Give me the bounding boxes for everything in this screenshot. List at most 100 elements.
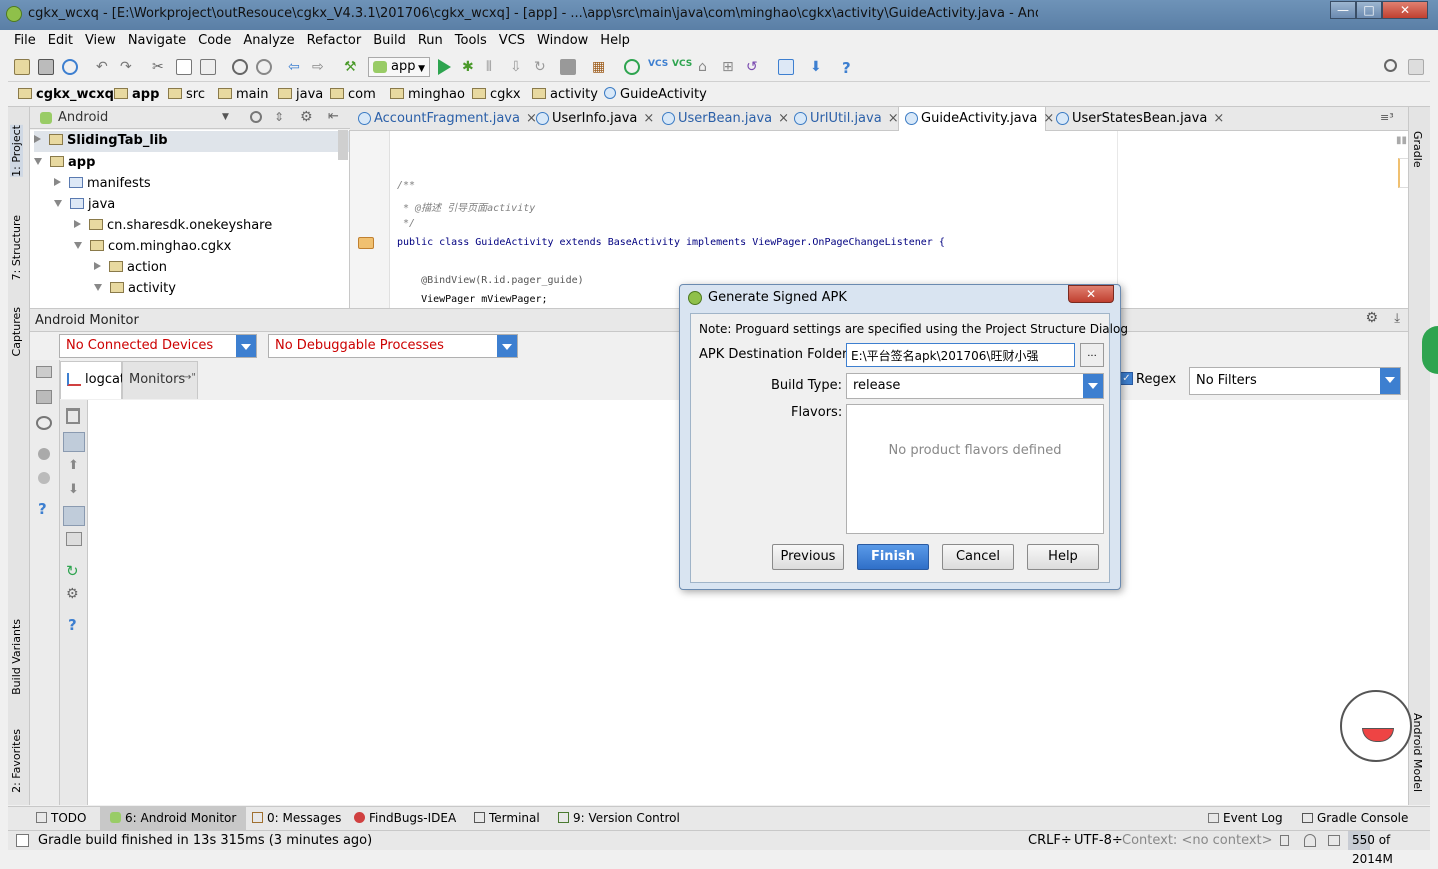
tool-event-log[interactable]: Event Log [1208,811,1283,825]
gradle-sync-icon[interactable] [624,59,640,75]
redo-icon[interactable]: ↷ [120,59,136,75]
memory-indicator[interactable]: 550 of 2014M [1348,831,1426,866]
menu-window[interactable]: Window [531,30,594,52]
copy-icon[interactable] [176,59,192,75]
regex-checkbox[interactable]: ✓ [1120,372,1133,385]
menu-navigate[interactable]: Navigate [122,30,192,52]
close-button[interactable]: ✕ [1382,1,1428,19]
close-tab-icon[interactable]: × [888,111,899,126]
breadcrumb-item-main[interactable]: main [218,87,268,102]
collapse-arrow-icon[interactable] [34,158,42,165]
stop-icon[interactable] [560,59,576,75]
vcs-commit-icon[interactable]: VCS [672,59,692,75]
menu-file[interactable]: File [8,30,42,52]
chevron-down-icon[interactable]: ▼ [222,112,229,122]
collapse-arrow-icon[interactable] [54,200,62,207]
user-icon[interactable] [1408,59,1424,75]
menu-help[interactable]: Help [594,30,636,52]
close-tab-icon[interactable]: × [1213,111,1224,126]
floating-badge-icon[interactable] [1422,326,1438,374]
tool-android-monitor[interactable]: 6: Android Monitor [100,807,247,830]
settings-icon[interactable]: ⚙ [66,586,79,602]
status-toggle-icon[interactable] [16,834,29,847]
devices-select[interactable]: No Connected Devices [59,334,257,358]
encoding-select[interactable]: UTF-8÷ [1074,833,1123,848]
cut-icon[interactable]: ✂ [152,59,168,75]
collapse-icon[interactable]: ⇕ [274,110,284,124]
menu-view[interactable]: View [79,30,122,52]
tab-gradle[interactable]: Gradle [1411,131,1424,168]
gc-icon[interactable] [38,472,50,484]
print-icon[interactable] [66,532,82,546]
tool-messages[interactable]: 0: Messages [252,811,341,825]
build-type-select[interactable]: release [846,373,1104,399]
cancel-button[interactable]: Cancel [942,544,1014,570]
forward-icon[interactable]: ⇨ [312,59,328,75]
override-marker-icon[interactable] [358,237,374,249]
profile-icon[interactable]: ⫴ [486,59,502,75]
tree-node-cn-sharesdk[interactable]: cn.sharesdk.onekeyshare [74,218,272,233]
trash-icon[interactable] [66,408,80,424]
inspector-icon[interactable] [1304,834,1316,847]
find-icon[interactable] [232,59,248,75]
settings-icon[interactable]: ⚙ [1365,310,1378,326]
maximize-button[interactable]: □ [1356,1,1382,19]
expand-arrow-icon[interactable] [54,178,61,186]
sdk-manager-icon[interactable]: ▦ [592,59,608,75]
breadcrumb-item-project[interactable]: cgkx_wcxq [18,87,114,102]
tree-node-app[interactable]: app [34,155,95,170]
tab-logcat[interactable]: logcat [60,361,125,399]
tab-userinfo[interactable]: UserInfo.java × [530,107,654,131]
paste-icon[interactable] [200,59,216,75]
run-icon[interactable] [438,59,451,75]
replace-icon[interactable] [256,59,272,75]
tab-monitors[interactable]: Monitors →" [122,361,198,399]
tree-node-manifests[interactable]: manifests [54,176,151,191]
tree-node-activity[interactable]: activity [94,281,176,296]
arrow-up-icon[interactable]: ⬆ [68,458,79,473]
breadcrumb-item-guideactivity[interactable]: GuideActivity [604,87,707,102]
tree-node-action[interactable]: action [94,260,167,275]
search-everywhere-icon[interactable] [1384,59,1397,72]
menu-tools[interactable]: Tools [449,30,493,52]
tab-project[interactable]: 1: Project [10,125,23,177]
menu-run[interactable]: Run [412,30,449,52]
tree-scrollbar[interactable] [338,130,348,160]
close-tab-icon[interactable]: × [643,111,654,126]
menu-code[interactable]: Code [192,30,237,52]
run-config-select[interactable]: app ▼ [368,57,430,77]
undo-icon[interactable]: ↶ [96,59,112,75]
breadcrumb-item-minghao[interactable]: minghao [390,87,465,102]
breadcrumb-item-java[interactable]: java [278,87,323,102]
tab-captures[interactable]: Captures [10,307,23,356]
restart-icon[interactable]: ↻ [66,562,79,580]
arrow-down-icon[interactable]: ⬇ [68,482,79,497]
back-icon[interactable]: ⇦ [288,59,304,75]
make-project-icon[interactable]: ⚒ [344,59,360,75]
tab-accountfragment[interactable]: AccountFragment.java × [352,107,537,131]
tab-list-icon[interactable]: ≡³ [1380,111,1394,124]
tab-android-model[interactable]: Android Model [1411,713,1424,792]
apply-changes-icon[interactable]: ↻ [534,59,550,75]
tool-version-control[interactable]: 9: Version Control [558,811,680,825]
tool-gradle-console[interactable]: Gradle Console [1302,811,1408,825]
minimize-button[interactable]: — [1330,1,1356,19]
browse-button[interactable]: ... [1080,343,1104,367]
processes-select[interactable]: No Debuggable Processes [268,334,518,358]
menu-vcs[interactable]: VCS [493,30,531,52]
debug-icon[interactable]: ✱ [462,59,478,75]
tool-terminal[interactable]: Terminal [474,811,540,825]
menu-build[interactable]: Build [367,30,412,52]
vcs-compare-icon[interactable]: ⊞ [722,59,738,75]
tab-userbean[interactable]: UserBean.java × [656,107,789,131]
flavors-list[interactable]: No product flavors defined [846,404,1104,534]
soft-wrap-icon[interactable] [63,506,85,526]
vcs-history-icon[interactable]: ⌂ [698,59,714,75]
tool-todo[interactable]: TODO [36,811,86,825]
tab-favorites[interactable]: 2: Favorites [10,729,23,793]
collapse-arrow-icon[interactable] [94,284,102,291]
project-structure-icon[interactable] [778,59,794,75]
dialog-close-button[interactable]: ✕ [1068,285,1114,303]
breadcrumb-item-src[interactable]: src [168,87,205,102]
tool-findbugs[interactable]: FindBugs-IDEA [354,811,456,825]
